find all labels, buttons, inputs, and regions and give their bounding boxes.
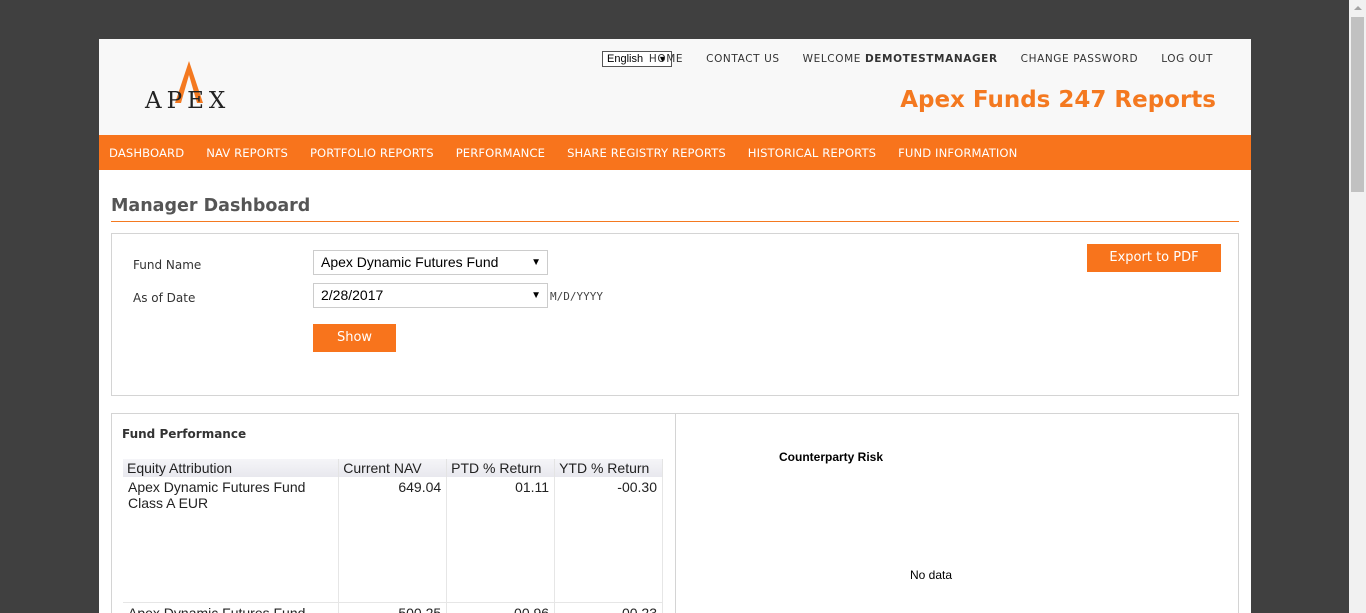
- filter-panel: Fund Name Apex Dynamic Futures Fund ▼ As…: [111, 233, 1239, 396]
- no-data-text: No data: [910, 568, 953, 582]
- column-header[interactable]: Current NAV: [338, 459, 448, 477]
- show-button[interactable]: Show: [313, 324, 396, 352]
- fund-name-select[interactable]: Apex Dynamic Futures Fund ▼: [313, 250, 548, 275]
- table-header-row: Equity Attribution Current NAV PTD % Ret…: [123, 459, 663, 477]
- title-divider: [111, 221, 1239, 222]
- nav-item-historical-reports[interactable]: HISTORICAL REPORTS: [748, 146, 898, 160]
- fund-performance-title: Fund Performance: [122, 427, 247, 441]
- as-of-date-value: 2/28/2017: [321, 287, 384, 303]
- column-header[interactable]: PTD % Return: [446, 459, 556, 477]
- logout-link[interactable]: LOG OUT: [1161, 53, 1213, 65]
- logo-text: APEX: [145, 88, 231, 114]
- nav-item-portfolio-reports[interactable]: PORTFOLIO REPORTS: [310, 146, 456, 160]
- table-cell: 649.04: [338, 477, 448, 602]
- page-title: Manager Dashboard: [111, 196, 311, 216]
- fund-name-value: Apex Dynamic Futures Fund: [321, 254, 499, 270]
- welcome-text: WELCOME DEMOTESTMANAGER: [802, 53, 998, 65]
- table-cell: 01.11: [446, 477, 556, 602]
- nav-item-dashboard[interactable]: DASHBOARD: [109, 146, 206, 160]
- fund-name-label: Fund Name: [133, 258, 202, 272]
- table-cell: 00.96: [446, 601, 556, 613]
- table-cell: Apex Dynamic Futures Fund Class A EUR: [123, 477, 340, 602]
- table-cell: 500.25: [338, 601, 448, 613]
- username: DEMOTESTMANAGER: [864, 53, 998, 65]
- counterparty-risk-title: Counterparty Risk: [779, 450, 884, 464]
- main-nav: DASHBOARD NAV REPORTS PORTFOLIO REPORTS …: [99, 135, 1251, 170]
- column-header[interactable]: Equity Attribution: [123, 459, 340, 477]
- header: APEX English ▼ HOME CONTACT US WELCOME D…: [99, 39, 1251, 135]
- table-cell: Apex Dynamic Futures Fund: [123, 601, 340, 613]
- column-header[interactable]: YTD % Return: [554, 459, 663, 477]
- top-links: HOME CONTACT US WELCOME DEMOTESTMANAGER …: [649, 53, 1213, 65]
- table-row[interactable]: Apex Dynamic Futures Fund 500.25 00.96 0…: [123, 601, 663, 613]
- home-link[interactable]: HOME: [649, 53, 683, 65]
- scroll-up-icon[interactable]: [1349, 0, 1366, 17]
- fund-performance-table: Equity Attribution Current NAV PTD % Ret…: [123, 459, 663, 613]
- contact-us-link[interactable]: CONTACT US: [706, 53, 779, 65]
- as-of-date-select[interactable]: 2/28/2017 ▼: [313, 283, 548, 308]
- page-container: APEX English ▼ HOME CONTACT US WELCOME D…: [99, 39, 1251, 613]
- chevron-down-icon: ▼: [531, 257, 541, 268]
- site-title: Apex Funds 247 Reports: [900, 87, 1216, 113]
- change-password-link[interactable]: CHANGE PASSWORD: [1021, 53, 1139, 65]
- export-pdf-button[interactable]: Export to PDF: [1087, 244, 1221, 272]
- vertical-scrollbar[interactable]: [1349, 0, 1366, 613]
- scrollbar-thumb[interactable]: [1351, 17, 1364, 192]
- nav-item-share-registry-reports[interactable]: SHARE REGISTRY REPORTS: [567, 146, 748, 160]
- counterparty-risk-panel: Counterparty Risk No data: [675, 413, 1239, 613]
- table-row[interactable]: Apex Dynamic Futures Fund Class A EUR 64…: [123, 477, 663, 602]
- as-of-date-label: As of Date: [133, 291, 196, 305]
- nav-item-performance[interactable]: PERFORMANCE: [456, 146, 567, 160]
- table-cell: 00.23: [554, 601, 663, 613]
- date-format-hint: M/D/YYYY: [550, 290, 603, 303]
- language-value: English: [607, 53, 644, 65]
- nav-item-fund-information[interactable]: FUND INFORMATION: [898, 146, 1039, 160]
- apex-logo[interactable]: APEX: [145, 61, 235, 121]
- nav-item-nav-reports[interactable]: NAV REPORTS: [206, 146, 310, 160]
- fund-performance-panel: Fund Performance Equity Attribution Curr…: [111, 413, 676, 613]
- chevron-down-icon: ▼: [531, 290, 541, 301]
- table-cell: -00.30: [554, 477, 663, 602]
